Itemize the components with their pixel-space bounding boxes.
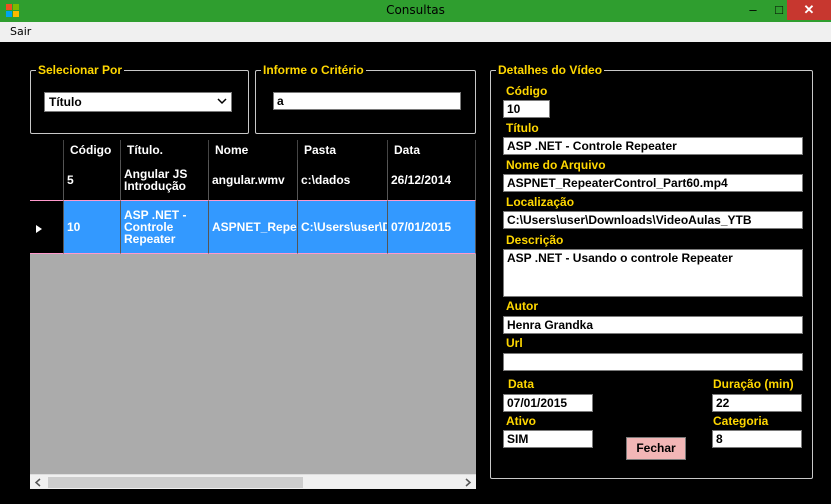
duracao-label: Duração (min) <box>713 377 794 391</box>
url-label: Url <box>506 336 523 350</box>
scroll-left-icon[interactable] <box>34 478 42 487</box>
window-title: Consultas <box>386 3 445 17</box>
cell-data: 26/12/2014 <box>388 160 476 201</box>
cell-titulo: Angular JS Introdução <box>121 160 209 201</box>
results-grid[interactable]: Código Título. Nome Pasta Data 5 Angular… <box>30 140 476 489</box>
ativo-field[interactable]: SIM <box>503 430 593 448</box>
minimize-button[interactable]: – <box>740 0 766 20</box>
row-header-corner <box>30 140 64 160</box>
chevron-down-icon <box>217 98 227 105</box>
descricao-label: Descrição <box>506 233 564 247</box>
localizacao-field[interactable]: C:\Users\user\Downloads\VideoAulas_YTB <box>503 211 803 229</box>
row-header[interactable] <box>30 160 64 201</box>
select-by-value: Título <box>49 95 82 109</box>
table-row[interactable]: 5 Angular JS Introdução angular.wmv c:\d… <box>30 160 476 201</box>
categoria-label: Categoria <box>713 414 769 428</box>
grid-horizontal-scrollbar[interactable] <box>30 474 476 489</box>
titulo-label: Título <box>506 121 539 135</box>
url-field[interactable] <box>503 353 803 371</box>
nome-arquivo-label: Nome do Arquivo <box>506 158 606 172</box>
scroll-right-icon[interactable] <box>464 478 472 487</box>
criteria-input[interactable]: a <box>273 92 461 110</box>
cell-nome: angular.wmv <box>209 160 298 201</box>
menu-bar: Sair <box>0 22 831 42</box>
cell-pasta: c:\dados <box>298 160 388 201</box>
ativo-label: Ativo <box>506 414 536 428</box>
video-details-group-label: Detalhes do Vídeo <box>496 63 605 77</box>
column-header-titulo[interactable]: Título. <box>121 140 209 160</box>
cell-codigo: 5 <box>64 160 121 201</box>
descricao-textarea[interactable]: ASP .NET - Usando o controle Repeater <box>503 249 803 297</box>
title-bar: Consultas – □ ✕ <box>0 0 831 22</box>
row-header[interactable] <box>30 201 64 254</box>
current-row-arrow-icon <box>36 225 42 233</box>
titulo-field[interactable]: ASP .NET - Controle Repeater <box>503 137 803 155</box>
nome-arquivo-field[interactable]: ASPNET_RepeaterControl_Part60.mp4 <box>503 174 803 192</box>
cell-codigo: 10 <box>64 201 121 254</box>
cell-titulo: ASP .NET - Controle Repeater <box>121 201 209 254</box>
localizacao-label: Localização <box>506 195 575 209</box>
scrollbar-thumb[interactable] <box>48 477 303 488</box>
select-by-combobox[interactable]: Título <box>44 92 232 112</box>
data-label: Data <box>508 377 535 391</box>
cell-data: 07/01/2015 <box>388 201 476 254</box>
column-header-data[interactable]: Data <box>388 140 476 160</box>
column-header-pasta[interactable]: Pasta <box>298 140 388 160</box>
data-field[interactable]: 07/01/2015 <box>503 394 593 412</box>
column-header-codigo[interactable]: Código <box>64 140 121 160</box>
categoria-field[interactable]: 8 <box>712 430 802 448</box>
table-row-selected[interactable]: 10 ASP .NET - Controle Repeater ASPNET_R… <box>30 201 476 254</box>
fechar-button[interactable]: Fechar <box>626 437 686 460</box>
select-by-group-label: Selecionar Por <box>36 63 125 77</box>
cell-nome: ASPNET_RepeaterControl_Part60.mp4 <box>209 201 298 254</box>
criteria-group-label: Informe o Critério <box>261 63 366 77</box>
codigo-field[interactable]: 10 <box>503 100 550 118</box>
column-header-nome[interactable]: Nome <box>209 140 298 160</box>
cell-pasta: C:\Users\user\Downloads <box>298 201 388 254</box>
menu-item-sair[interactable]: Sair <box>10 25 31 38</box>
autor-field[interactable]: Henra Grandka <box>503 316 803 334</box>
autor-label: Autor <box>506 299 538 313</box>
close-window-button[interactable]: ✕ <box>787 0 831 20</box>
duracao-field[interactable]: 22 <box>712 394 802 412</box>
codigo-label: Código <box>506 84 548 98</box>
